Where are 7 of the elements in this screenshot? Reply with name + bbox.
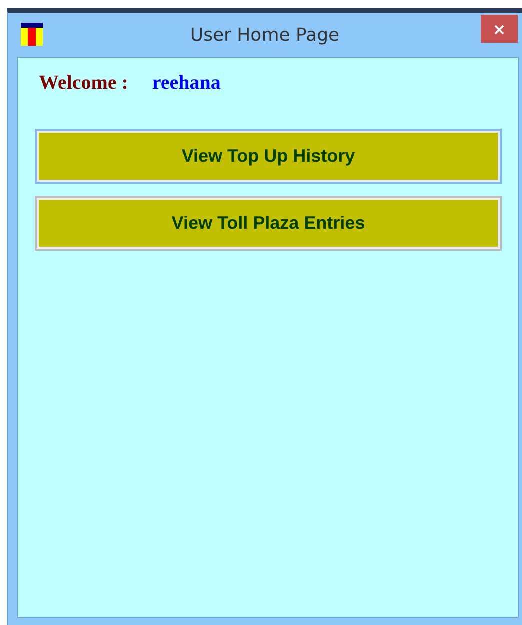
user-name: reehana [152,72,221,95]
menu-button[interactable]: View Toll Plaza Entries [35,196,502,251]
app-logo-icon [21,23,43,46]
window-title: User Home Page [190,24,340,46]
menu-button[interactable]: View Top Up History [35,129,502,184]
welcome-label: Welcome : [39,72,128,95]
close-button[interactable]: × [481,15,518,43]
